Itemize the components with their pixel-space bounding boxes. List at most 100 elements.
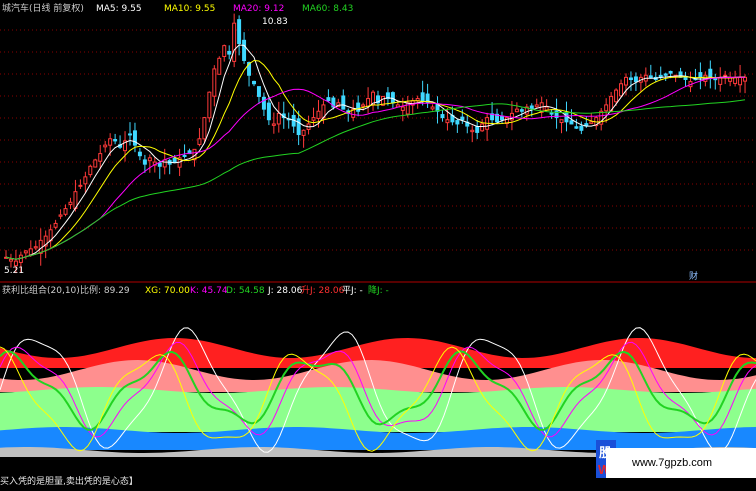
candle-body	[628, 77, 633, 81]
ma5-label: MA5: 9.55	[96, 4, 142, 14]
candle-body	[132, 130, 137, 146]
candle-body	[137, 151, 142, 157]
candle-body	[361, 104, 366, 107]
low-price-label: 5.21	[4, 266, 24, 276]
candle-body	[708, 68, 713, 78]
candle-body	[356, 102, 361, 112]
candle-body	[172, 157, 177, 163]
candle-body	[68, 201, 73, 206]
candle-body	[440, 114, 445, 119]
footer-caption: 买入凭的是胆量,卖出凭的是心态】	[0, 477, 138, 487]
xg-value: XG: 70.00	[145, 286, 190, 296]
candle-body	[157, 162, 162, 167]
finance-marker: 财	[689, 270, 698, 282]
candle-body	[222, 45, 227, 57]
candle-body	[103, 144, 108, 148]
candle-body	[311, 117, 316, 121]
candle-body	[624, 76, 628, 86]
candle-body	[390, 92, 395, 104]
candle-body	[500, 115, 504, 121]
high-price-label: 10.83	[262, 17, 288, 27]
candle-body	[738, 76, 743, 86]
candle-body	[723, 74, 728, 77]
stock-chart: 城汽车(日线 前复权) MA5: 9.55 MA10: 9.55 MA20: 9…	[0, 0, 756, 487]
candle-body	[430, 106, 435, 110]
candle-body	[470, 129, 475, 133]
candle-body	[316, 110, 321, 119]
candle-body	[88, 165, 93, 176]
candle-body	[53, 222, 58, 228]
candle-body	[266, 102, 271, 121]
j-value: J: 28.06	[267, 286, 303, 296]
candle-body	[197, 138, 202, 145]
chart-stage: 城汽车(日线 前复权) MA5: 9.55 MA10: 9.55 MA20: 9…	[0, 0, 756, 487]
k-value: K: 45.74	[190, 286, 228, 296]
candle-body	[475, 126, 480, 133]
candle-body	[108, 138, 113, 146]
candle-body	[301, 129, 306, 136]
candle-body	[341, 95, 346, 110]
candle-body	[460, 116, 465, 121]
candle-body	[614, 89, 619, 103]
candle-body	[574, 126, 579, 129]
candle-body	[619, 83, 624, 97]
candle-body	[604, 104, 609, 112]
candle-body	[182, 154, 187, 157]
candle-body	[589, 121, 594, 124]
candle-body	[207, 91, 212, 119]
candle-body	[326, 97, 331, 102]
ma60-label: MA60: 8.43	[302, 4, 353, 14]
candle-body	[212, 68, 217, 97]
candle-body	[242, 39, 247, 61]
candle-body	[400, 106, 405, 111]
ma10-label: MA10: 9.55	[164, 4, 215, 14]
candle-body	[668, 70, 673, 74]
candle-body	[271, 123, 276, 126]
candle-body	[549, 112, 554, 115]
indicator-ratio: 比例: 89.29	[80, 284, 130, 296]
candle-body	[98, 153, 103, 162]
candle-body	[698, 72, 703, 78]
candle-body	[713, 78, 718, 81]
candle-body	[261, 96, 266, 110]
candle-body	[633, 76, 638, 83]
candle-body	[78, 184, 83, 187]
candle-body	[252, 80, 256, 85]
candle-body	[683, 76, 688, 81]
candle-body	[237, 19, 242, 45]
d-value: D: 54.58	[226, 286, 265, 296]
candle-body	[83, 176, 88, 185]
candle-body	[63, 208, 68, 215]
candle-body	[142, 159, 147, 165]
candle-body	[296, 118, 301, 136]
candle-body	[227, 50, 232, 55]
candle-body	[128, 133, 132, 136]
watermark-site: www.7gpzb.com	[632, 457, 713, 469]
candle-body	[519, 109, 524, 112]
candle-body	[28, 248, 33, 256]
ma20-label: MA20: 9.12	[233, 4, 284, 14]
candle-body	[217, 57, 222, 75]
candle-body	[559, 119, 564, 124]
candle-body	[113, 138, 118, 142]
indicator-title: 获利比组合(20,10)	[2, 284, 80, 296]
candle-body	[38, 239, 43, 254]
candle-body	[202, 117, 207, 140]
candle-body	[276, 112, 281, 125]
candle-body	[534, 104, 539, 108]
candle-body	[232, 22, 237, 62]
candle-body	[13, 260, 18, 267]
main-title: 城汽车(日线 前复权)	[2, 2, 84, 14]
candle-body	[33, 246, 38, 249]
candle-body	[569, 120, 574, 125]
candle-body	[162, 159, 167, 168]
candle-body	[23, 250, 28, 254]
candle-body	[514, 108, 519, 113]
candle-body	[445, 119, 450, 124]
candle-body	[147, 157, 152, 162]
candle-body	[648, 75, 653, 78]
flat-j-value: 平J: -	[342, 285, 363, 296]
candle-body	[579, 125, 584, 131]
rise-j-value: 升J: 28.06	[301, 285, 345, 296]
candle-body	[455, 120, 460, 125]
